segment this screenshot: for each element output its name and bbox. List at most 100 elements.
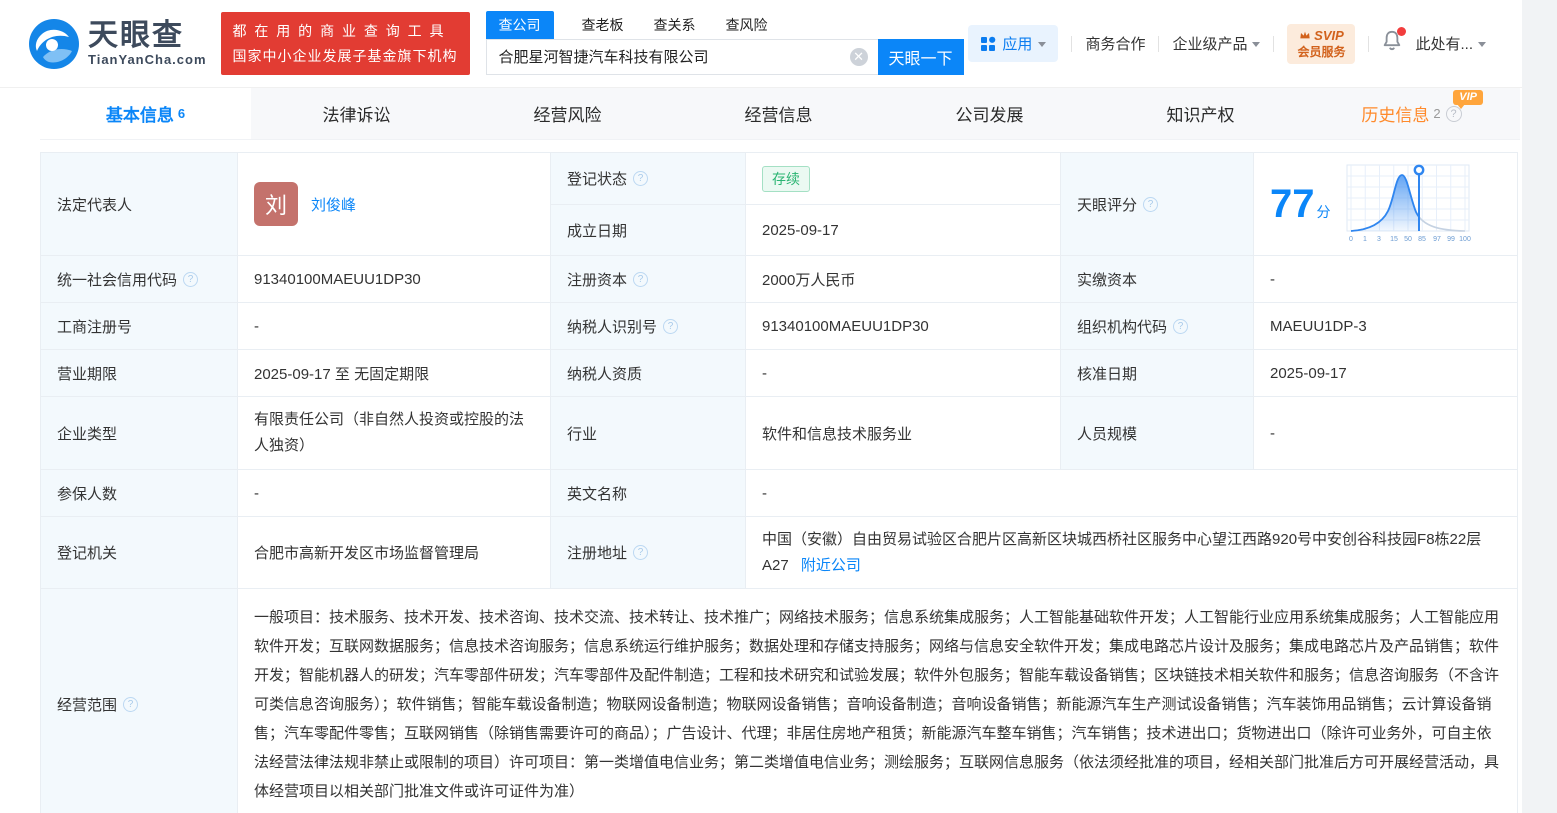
- enterprise-products-link[interactable]: 企业级产品: [1172, 33, 1260, 54]
- search-button[interactable]: 天眼一下: [878, 39, 964, 75]
- nearby-companies-link[interactable]: 附近公司: [801, 557, 861, 574]
- apps-menu[interactable]: 应用: [968, 25, 1058, 62]
- svg-text:99: 99: [1447, 236, 1455, 243]
- search-tab-company[interactable]: 查公司: [486, 11, 554, 39]
- field-value-english-name: -: [746, 470, 1518, 517]
- search-tab-boss[interactable]: 查老板: [580, 11, 626, 39]
- search-block: 查公司 查老板 查关系 查风险 ✕ 天眼一下: [486, 13, 964, 75]
- table-row: 登记机关 合肥市高新开发区市场监督管理局 注册地址? 中国（安徽）自由贸易试验区…: [41, 517, 1518, 589]
- score-unit: 分: [1317, 204, 1331, 220]
- field-value-score: 77分: [1254, 153, 1518, 256]
- divider: [1273, 36, 1274, 52]
- field-value-reg-address: 中国（安徽）自由贸易试验区合肥片区高新区块城西桥社区服务中心望江西路920号中安…: [746, 517, 1518, 589]
- field-value-business-scope: 一般项目：技术服务、技术开发、技术咨询、技术交流、技术转让、技术推广；网络技术服…: [238, 589, 1518, 813]
- help-icon[interactable]: ?: [633, 545, 648, 560]
- field-value-taxpayer-quality: -: [746, 350, 1061, 397]
- field-label-org-code: 组织机构代码?: [1061, 303, 1254, 350]
- field-label-score: 天眼评分?: [1061, 153, 1254, 256]
- table-row: 参保人数 - 英文名称 -: [41, 470, 1518, 517]
- logo-subtitle: TianYanCha.com: [88, 52, 207, 67]
- field-value-paid-capital: -: [1254, 256, 1518, 303]
- legal-rep-link[interactable]: 刘俊峰: [311, 194, 356, 215]
- svg-text:0: 0: [1349, 236, 1353, 243]
- field-label-taxpayer-no: 纳税人识别号?: [551, 303, 746, 350]
- tab-legal-proceedings[interactable]: 法律诉讼: [251, 88, 462, 139]
- top-header: 天眼查 TianYanCha.com 都 在 用 的 商 业 查 询 工 具 国…: [0, 0, 1522, 88]
- vip-badge: VIP: [1453, 90, 1483, 105]
- field-value-insured: -: [238, 470, 551, 517]
- svg-text:50: 50: [1404, 236, 1412, 243]
- clear-icon[interactable]: ✕: [850, 48, 868, 66]
- field-label-taxpayer-quality: 纳税人资质: [551, 350, 746, 397]
- chevron-down-icon: [1478, 42, 1486, 47]
- help-icon[interactable]: ?: [1143, 197, 1158, 212]
- field-value-staff-size: -: [1254, 397, 1518, 470]
- status-badge: 存续: [762, 166, 810, 192]
- field-value-reg-status: 存续: [746, 153, 1061, 205]
- field-label-company-type: 企业类型: [41, 397, 238, 470]
- notification-dot: [1397, 27, 1406, 36]
- tab-intellectual-property[interactable]: 知识产权: [1095, 88, 1306, 139]
- help-icon[interactable]: ?: [1173, 319, 1188, 334]
- field-label-reg-no: 工商注册号: [41, 303, 238, 350]
- page: 天眼查 TianYanCha.com 都 在 用 的 商 业 查 询 工 具 国…: [0, 0, 1522, 813]
- field-label-paid-capital: 实缴资本: [1061, 256, 1254, 303]
- tab-basic-info[interactable]: 基本信息 6: [40, 88, 251, 139]
- notifications-button[interactable]: [1382, 30, 1402, 57]
- table-row: 经营范围? 一般项目：技术服务、技术开发、技术咨询、技术交流、技术转让、技术推广…: [41, 589, 1518, 813]
- score-number: 77: [1270, 182, 1315, 226]
- header-right-nav: 应用 商务合作 企业级产品 SVIP 会员服务: [968, 24, 1522, 64]
- field-label-legal-rep: 法定代表人: [41, 153, 238, 256]
- score-marker-pin: [1414, 166, 1422, 174]
- field-label-staff-size: 人员规模: [1061, 397, 1254, 470]
- field-label-established: 成立日期: [551, 205, 746, 256]
- tab-history-info[interactable]: VIP 历史信息 2 ?: [1306, 88, 1517, 139]
- avatar[interactable]: 刘: [254, 182, 298, 226]
- field-label-approval-date: 核准日期: [1061, 350, 1254, 397]
- svg-text:15: 15: [1390, 236, 1398, 243]
- field-label-industry: 行业: [551, 397, 746, 470]
- search-tab-risk[interactable]: 查风险: [724, 11, 770, 39]
- table-row: 营业期限 2025-09-17 至 无固定期限 纳税人资质 - 核准日期 202…: [41, 350, 1518, 397]
- svg-text:100: 100: [1459, 236, 1471, 243]
- chevron-down-icon: [1038, 42, 1046, 47]
- tab-count: 6: [178, 106, 185, 121]
- tab-company-development[interactable]: 公司发展: [884, 88, 1095, 139]
- business-cooperation-link[interactable]: 商务合作: [1085, 33, 1145, 54]
- promo-line1: 都 在 用 的 商 业 查 询 工 具: [233, 21, 458, 41]
- help-icon[interactable]: ?: [123, 697, 138, 712]
- tab-operating-risk[interactable]: 经营风险: [462, 88, 673, 139]
- help-icon[interactable]: ?: [633, 171, 648, 186]
- apps-grid-icon: [980, 36, 996, 52]
- promo-banner: 都 在 用 的 商 业 查 询 工 具 国家中小企业发展子基金旗下机构: [221, 12, 470, 75]
- divider: [1368, 36, 1369, 52]
- field-value-uscc: 91340100MAEUU1DP30: [238, 256, 551, 303]
- promo-line2: 国家中小企业发展子基金旗下机构: [233, 46, 458, 66]
- help-icon[interactable]: ?: [663, 319, 678, 334]
- svip-member-badge[interactable]: SVIP 会员服务: [1287, 24, 1355, 64]
- tab-count: 2: [1433, 106, 1440, 121]
- field-value-reg-no: -: [238, 303, 551, 350]
- field-label-reg-authority: 登记机关: [41, 517, 238, 589]
- crown-icon: [1299, 30, 1311, 40]
- tianyancha-logo-icon: [28, 18, 80, 70]
- svg-text:97: 97: [1433, 236, 1441, 243]
- field-label-reg-status: 登记状态?: [551, 153, 746, 205]
- svg-text:3: 3: [1377, 236, 1381, 243]
- section-tabs: 基本信息 6 法律诉讼 经营风险 经营信息 公司发展 知识产权 VIP 历史信息…: [40, 88, 1520, 140]
- user-account-menu[interactable]: 此处有...: [1415, 33, 1486, 54]
- field-value-company-type: 有限责任公司（非自然人投资或控股的法人独资）: [238, 397, 551, 470]
- help-icon[interactable]: ?: [183, 272, 198, 287]
- search-tabs: 查公司 查老板 查关系 查风险: [486, 13, 964, 39]
- field-value-reg-authority: 合肥市高新开发区市场监督管理局: [238, 517, 551, 589]
- search-tab-relation[interactable]: 查关系: [652, 11, 698, 39]
- field-value-industry: 软件和信息技术服务业: [746, 397, 1061, 470]
- tab-operating-info[interactable]: 经营信息: [673, 88, 884, 139]
- field-value-reg-capital: 2000万人民币: [746, 256, 1061, 303]
- table-row: 统一社会信用代码? 91340100MAEUU1DP30 注册资本? 2000万…: [41, 256, 1518, 303]
- business-scope-text: 一般项目：技术服务、技术开发、技术咨询、技术交流、技术转让、技术推广；网络技术服…: [254, 603, 1501, 806]
- search-input[interactable]: [486, 39, 878, 75]
- logo[interactable]: 天眼查 TianYanCha.com: [28, 18, 207, 70]
- username: 此处有...: [1415, 33, 1473, 54]
- help-icon[interactable]: ?: [633, 272, 648, 287]
